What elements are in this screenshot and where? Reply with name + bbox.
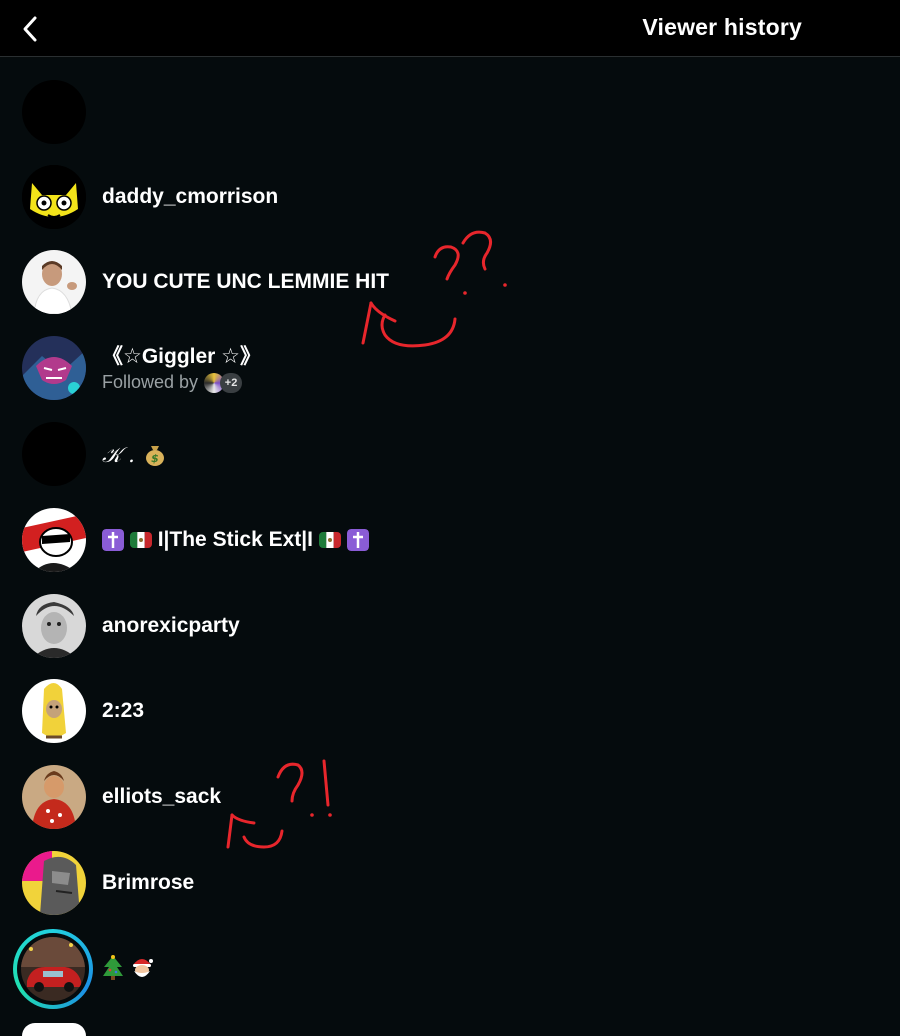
viewer-row[interactable]: Brimrose xyxy=(0,851,900,937)
red-shirt-avatar-image xyxy=(22,765,86,829)
avatar[interactable] xyxy=(22,594,86,658)
viewer-row[interactable]: 《☆Giggler ☆》 Followed by +2 xyxy=(0,336,900,422)
avatar[interactable] xyxy=(22,851,86,915)
viewer-row[interactable]: elliots_sack xyxy=(0,765,900,851)
viewer-row[interactable]: I|The Stick Ext|I xyxy=(0,508,900,594)
avatar[interactable] xyxy=(22,765,86,829)
banana-cat-avatar-image xyxy=(22,679,86,743)
car-avatar-image xyxy=(21,937,85,1001)
pink-yellow-avatar-image xyxy=(22,851,86,915)
viewer-row[interactable]: daddy_cmorrison xyxy=(0,165,900,251)
cartoon-avatar-image xyxy=(22,336,86,400)
masked-character-avatar-image xyxy=(22,508,86,572)
mexico-flag-icon xyxy=(129,532,152,549)
viewer-row[interactable] xyxy=(0,80,900,166)
man-avatar-image xyxy=(22,250,86,314)
avatar[interactable] xyxy=(22,336,86,400)
back-button[interactable] xyxy=(14,12,48,46)
avatar[interactable] xyxy=(21,937,85,1001)
viewer-name[interactable]: Brimrose xyxy=(102,871,194,895)
viewer-name[interactable]: 2:23 xyxy=(102,699,144,723)
viewer-row[interactable]: 𝒦 . $ xyxy=(0,422,900,508)
cat-avatar-image xyxy=(22,165,86,229)
viewer-name[interactable] xyxy=(102,955,154,982)
avatar[interactable] xyxy=(22,165,86,229)
avatar[interactable] xyxy=(22,1023,86,1036)
money-bag-icon: $ xyxy=(145,446,164,466)
viewer-row[interactable]: anorexicparty xyxy=(0,594,900,680)
viewer-name[interactable]: I|The Stick Ext|I xyxy=(102,528,369,552)
story-ring[interactable] xyxy=(13,929,93,1009)
viewer-row[interactable]: 2:23 xyxy=(0,679,900,765)
bw-portrait-avatar-image xyxy=(22,594,86,658)
avatar[interactable] xyxy=(22,250,86,314)
top-bar: Viewer history xyxy=(0,0,900,57)
avatar[interactable] xyxy=(22,679,86,743)
avatar[interactable] xyxy=(22,508,86,572)
christmas-tree-icon xyxy=(103,955,123,980)
viewer-name[interactable]: daddy_cmorrison xyxy=(102,185,278,209)
avatar[interactable] xyxy=(22,80,86,144)
viewer-name[interactable]: elliots_sack xyxy=(102,785,221,809)
latin-cross-icon xyxy=(346,529,369,552)
chevron-left-icon xyxy=(23,16,37,42)
svg-text:$: $ xyxy=(151,452,159,465)
viewer-name-text: I|The Stick Ext|I xyxy=(157,528,313,551)
avatar[interactable] xyxy=(22,422,86,486)
viewer-name[interactable]: 𝒦 . $ xyxy=(102,442,166,468)
viewer-name-text: 𝒦 . xyxy=(102,443,135,467)
viewer-row[interactable] xyxy=(0,929,900,1015)
followed-by-label: Followed by xyxy=(102,372,199,392)
latin-cross-icon xyxy=(102,529,124,552)
viewer-name[interactable]: 《☆Giggler ☆》 xyxy=(102,340,261,370)
viewer-name[interactable]: YOU CUTE UNC LEMMIE HIT xyxy=(102,270,389,294)
viewer-name[interactable]: anorexicparty xyxy=(102,614,240,638)
followed-by: Followed by +2 xyxy=(102,372,243,393)
viewer-row[interactable] xyxy=(0,1015,900,1036)
viewer-row[interactable]: YOU CUTE UNC LEMMIE HIT xyxy=(0,250,900,336)
mexico-flag-icon xyxy=(318,532,341,549)
santa-icon xyxy=(132,959,153,977)
viewer-list: daddy_cmorrison YOU CUTE UNC LEMMIE HIT xyxy=(0,58,900,1036)
mutual-count-badge: +2 xyxy=(220,372,243,393)
page-title: Viewer history xyxy=(642,14,802,40)
